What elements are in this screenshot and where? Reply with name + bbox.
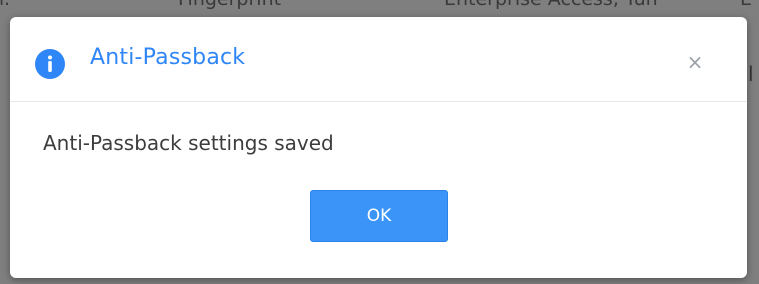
background-text: E xyxy=(740,0,752,10)
background-text: Enterprise Access, Tun xyxy=(444,0,658,10)
dialog-message: Anti-Passback settings saved xyxy=(43,131,334,155)
background-text: l xyxy=(748,62,754,86)
background-text: n. xyxy=(0,0,10,10)
ok-button[interactable]: OK xyxy=(310,190,448,242)
background-text: Fingerprint xyxy=(178,0,281,10)
info-icon xyxy=(35,49,65,79)
dialog-title: Anti-Passback xyxy=(90,45,246,70)
anti-passback-dialog: Anti-Passback × Anti-Passback settings s… xyxy=(10,17,747,278)
close-button[interactable]: × xyxy=(684,51,706,73)
dialog-header: Anti-Passback × xyxy=(10,17,747,102)
